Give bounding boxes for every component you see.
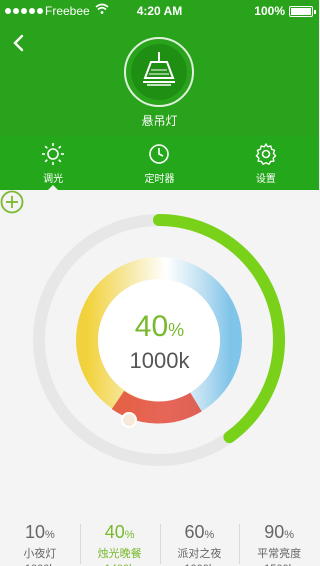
tab-timer[interactable]: 定时器 [106,136,212,190]
preset-normal-brightness[interactable]: 90% 平常亮度 1500k [239,512,319,566]
tab-dimming[interactable]: 调光 [0,136,106,190]
tab-bar: 调光 定时器 设置 [0,136,319,190]
clock-icon [149,144,170,164]
tab-settings[interactable]: 设置 [213,136,319,190]
status-bar: Freebee 4:20 AM 100% [0,0,319,22]
preset-percent: 90% [264,522,295,542]
gear-icon [255,143,277,165]
sun-icon [42,143,65,165]
preset-name: 小夜灯 [23,548,57,560]
preset-night-light[interactable]: 10% 小夜灯 1000k [0,512,80,566]
color-temperature-knob[interactable] [121,412,137,428]
brightness-dial[interactable]: 40% 1000k [0,190,319,510]
preset-name: 平常亮度 [257,548,302,560]
color-temperature-warm-segment [111,390,202,424]
preset-percent: 10% [24,522,55,542]
battery-icon [289,6,316,17]
battery-percent: 100% [254,4,285,18]
device-name: 悬吊灯 [141,114,178,128]
preset-name: 派对之夜 [177,548,222,560]
tab-label: 设置 [255,174,276,185]
preset-name: 烛光晚餐 [97,548,142,560]
preset-percent: 40% [104,522,135,542]
preset-percent: 60% [184,522,215,542]
back-button[interactable] [9,33,29,53]
header: Freebee 4:20 AM 100% 悬吊灯 [0,0,319,136]
preset-candlelight-dinner[interactable]: 40% 烛光晚餐 1400k [79,512,160,566]
color-temperature-readout: 1000k [129,348,190,373]
tab-label: 调光 [43,174,64,185]
pendant-lamp-icon [143,52,175,86]
preset-list: 10% 小夜灯 1000k 40% 烛光晚餐 1400k 60% 派对之夜 10… [0,512,319,566]
tab-label: 定时器 [144,174,175,185]
brightness-readout: 40% [134,310,185,343]
device-avatar [124,37,194,107]
add-preset-button[interactable] [0,190,24,214]
preset-party-night[interactable]: 60% 派对之夜 1000k [159,512,240,566]
